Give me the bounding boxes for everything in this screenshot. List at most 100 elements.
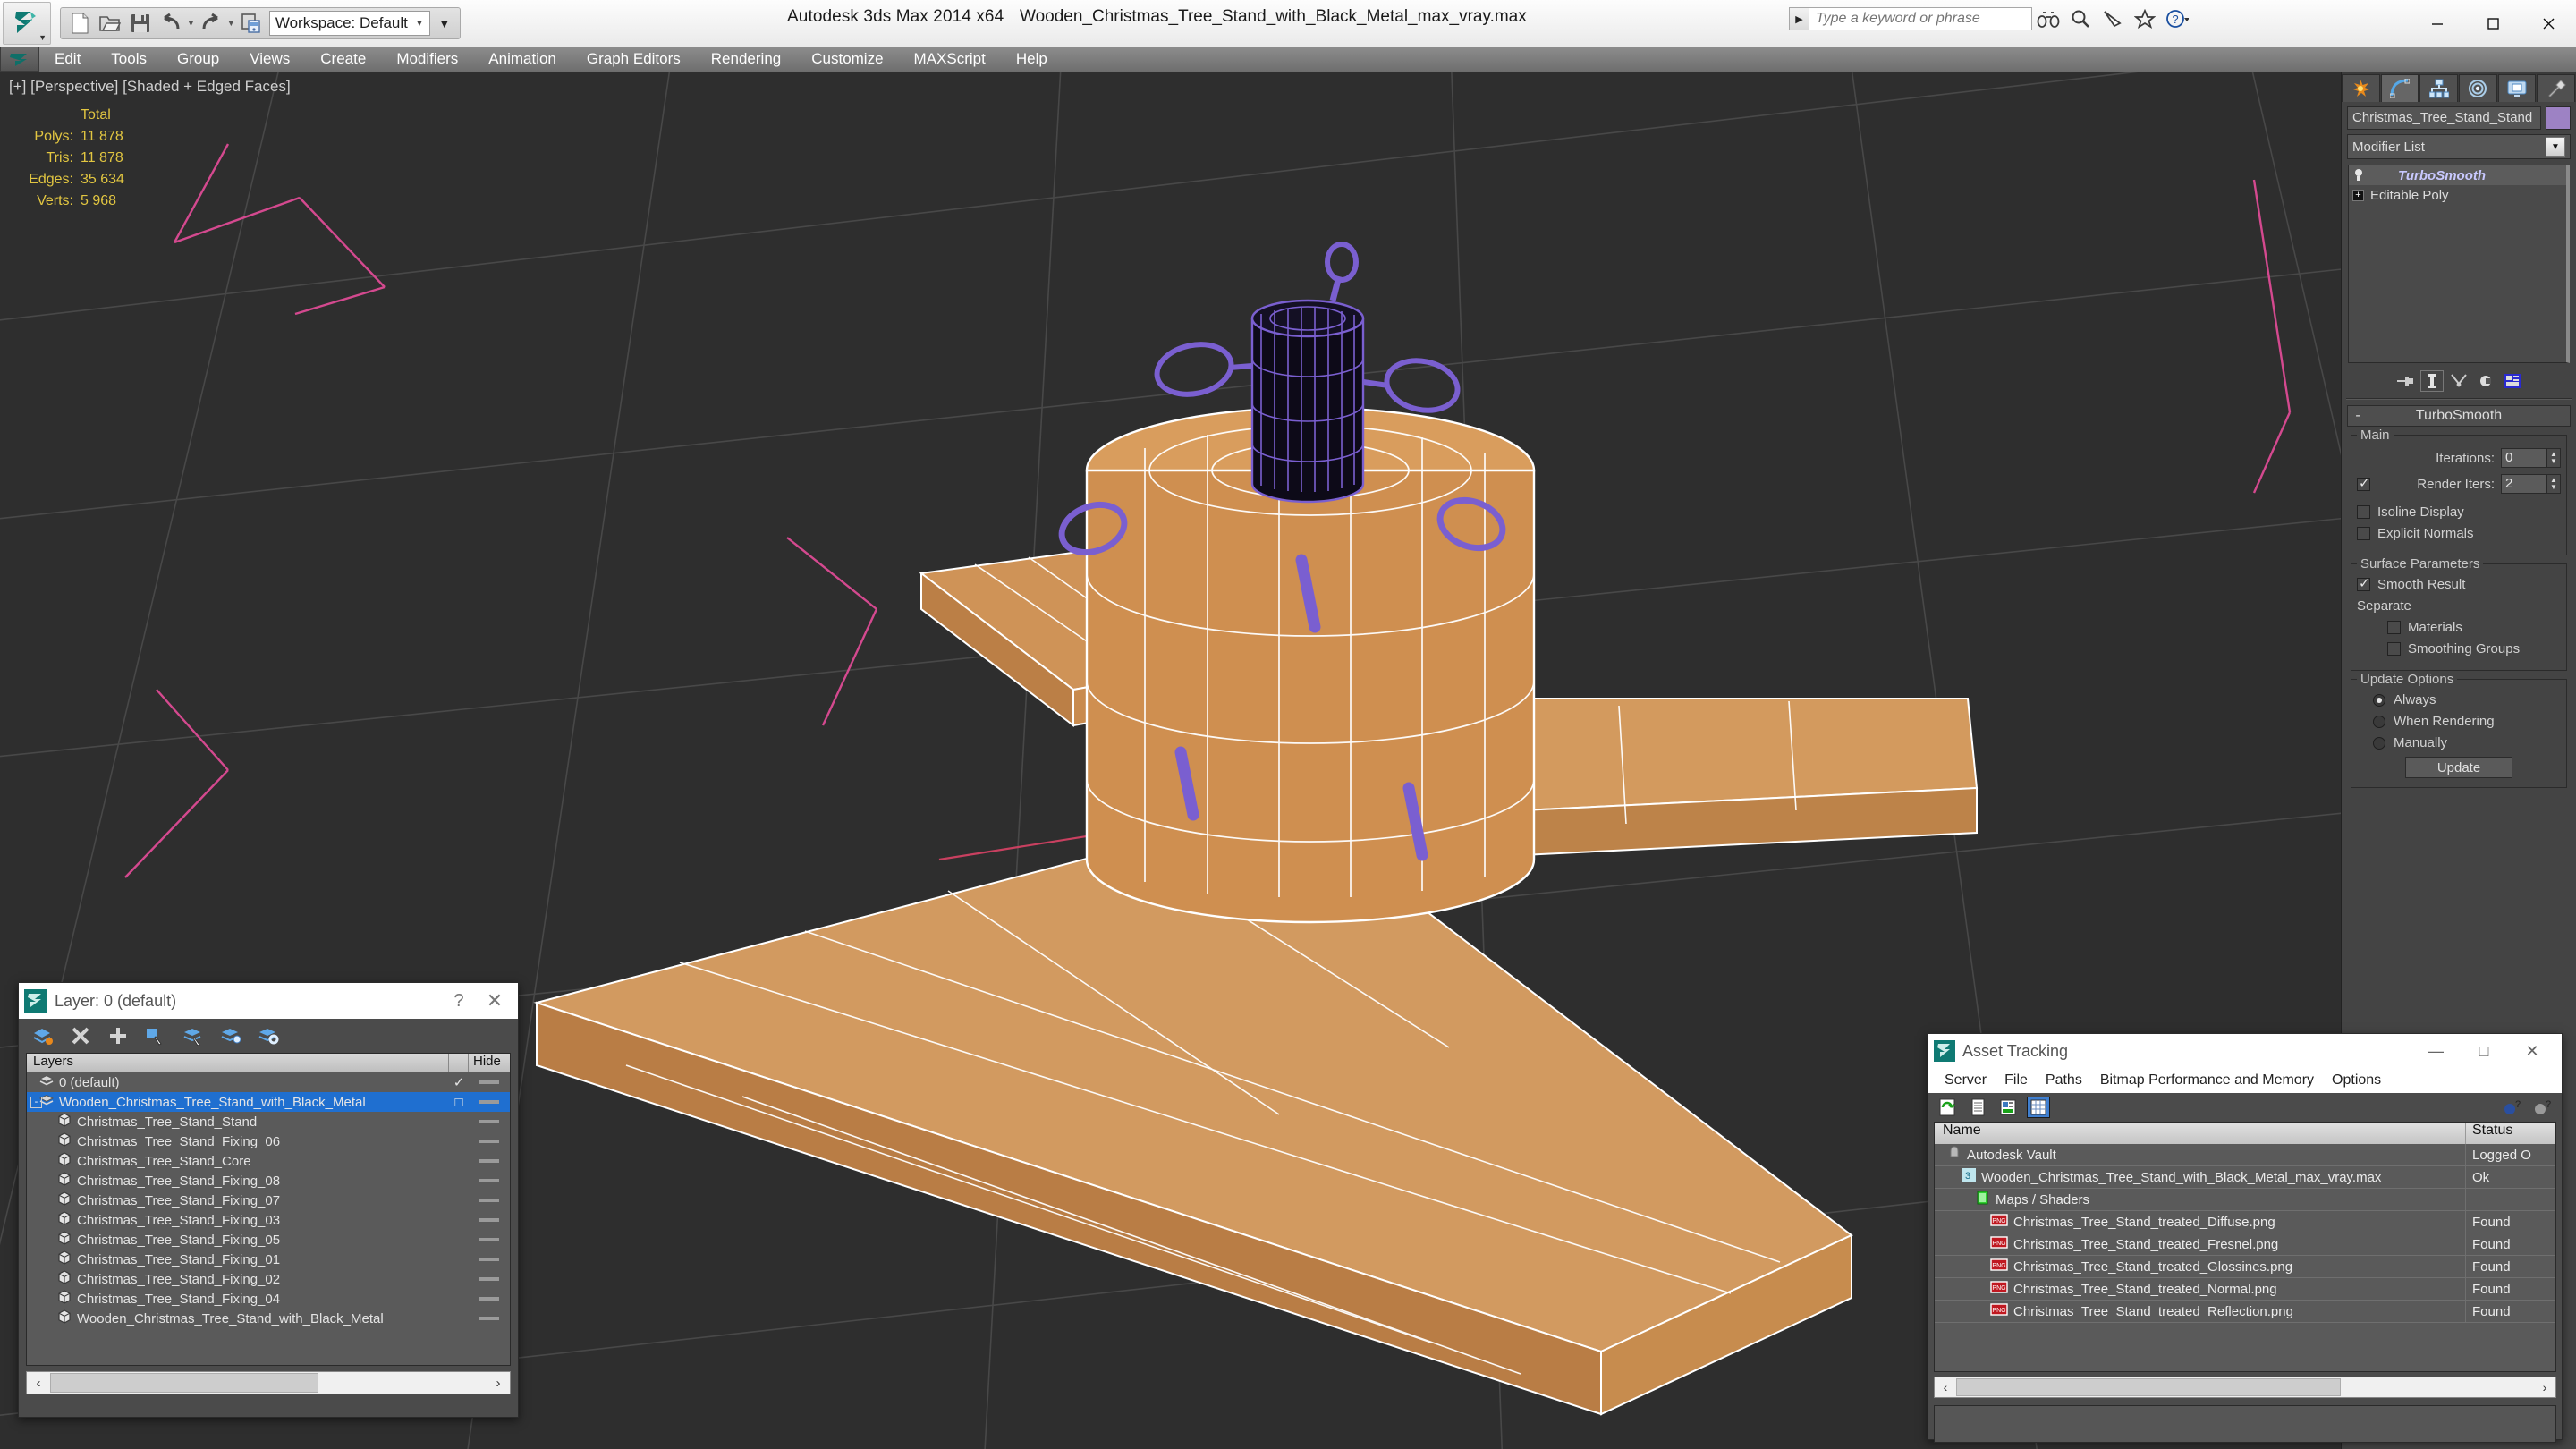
object-color-swatch[interactable] (2546, 106, 2571, 130)
layer-hide-toggle[interactable] (469, 1080, 510, 1084)
scroll-right-icon[interactable]: › (2534, 1380, 2555, 1394)
smoothing-groups-checkbox[interactable] (2387, 642, 2401, 656)
update-option-always[interactable]: Always (2357, 692, 2561, 708)
asset-tracking-titlebar[interactable]: Asset Tracking — □ ✕ (1928, 1034, 2562, 1068)
when-rendering-radio[interactable] (2373, 715, 2385, 728)
render-iters-stepper[interactable]: ▲ ▼ (2547, 474, 2561, 494)
asset-menu-item-file[interactable]: File (1996, 1072, 2037, 1089)
modifier-stack[interactable]: TurboSmooth + Editable Poly (2348, 165, 2570, 363)
open-file-icon[interactable] (95, 10, 125, 37)
help-icon[interactable]: ? (2531, 1097, 2555, 1118)
explicit-normals-row[interactable]: Explicit Normals (2357, 526, 2561, 541)
add-help-icon[interactable]: ? (2501, 1097, 2524, 1118)
asset-row[interactable]: Maps / Shaders (1935, 1189, 2555, 1211)
undo-icon[interactable] (156, 10, 186, 37)
layer-hide-toggle[interactable] (469, 1140, 510, 1143)
menu-item-modifiers[interactable]: Modifiers (381, 47, 473, 72)
collapse-icon[interactable]: - (30, 1096, 42, 1108)
update-button[interactable]: Update (2405, 757, 2512, 778)
turbosmooth-rollout-header[interactable]: - TurboSmooth (2347, 405, 2571, 427)
manually-radio[interactable] (2373, 736, 2385, 750)
asset-row[interactable]: PNG Christmas_Tree_Stand_treated_Reflecti… (1935, 1301, 2555, 1323)
layer-hide-toggle[interactable] (469, 1120, 510, 1123)
menu-item-tools[interactable]: Tools (96, 47, 162, 72)
menu-item-animation[interactable]: Animation (473, 47, 572, 72)
iterations-input[interactable]: 0 (2501, 448, 2547, 468)
layer-row[interactable]: Christmas_Tree_Stand_Fixing_01 (27, 1250, 510, 1269)
modify-tab[interactable] (2380, 74, 2419, 102)
maximize-button[interactable] (2465, 0, 2521, 47)
refresh-icon[interactable] (1936, 1097, 1959, 1118)
minimize-button[interactable]: — (2411, 1042, 2460, 1061)
layer-row[interactable]: Christmas_Tree_Stand_Fixing_03 (27, 1210, 510, 1230)
search-expand-icon[interactable]: ▶ (1789, 7, 1809, 30)
detail-view-icon[interactable] (1996, 1097, 2020, 1118)
materials-checkbox[interactable] (2387, 621, 2401, 634)
delete-layer-icon[interactable] (69, 1024, 92, 1047)
layer-hide-toggle[interactable] (469, 1238, 510, 1241)
asset-menu-item-server[interactable]: Server (1936, 1072, 1996, 1089)
render-iters-input[interactable]: 2 (2501, 474, 2547, 494)
help-icon[interactable]: ? (441, 991, 477, 1012)
isoline-display-checkbox[interactable] (2357, 505, 2370, 519)
scrollbar-thumb[interactable] (50, 1373, 318, 1393)
layer-current-toggle[interactable]: □ (449, 1095, 469, 1110)
close-button[interactable]: ✕ (477, 989, 513, 1013)
expand-icon[interactable]: + (2352, 189, 2364, 201)
menu-item-maxscript[interactable]: MAXScript (899, 47, 1001, 72)
smooth-result-row[interactable]: Smooth Result (2357, 575, 2561, 592)
smooth-result-checkbox[interactable] (2357, 575, 2370, 591)
asset-row[interactable]: 3 Wooden_Christmas_Tree_Stand_with_Black_… (1935, 1166, 2555, 1189)
set-current-layer-icon[interactable] (182, 1024, 205, 1047)
smoothing-groups-row[interactable]: Smoothing Groups (2357, 641, 2561, 657)
modifier-stack-item-turbosmooth[interactable]: TurboSmooth (2349, 165, 2566, 185)
layer-horizontal-scrollbar[interactable]: ‹ › (26, 1371, 511, 1394)
show-end-result-icon[interactable] (2420, 370, 2444, 392)
add-selection-to-layer-icon[interactable] (106, 1024, 130, 1047)
help-icon[interactable]: ? (2161, 6, 2193, 31)
update-option-when-rendering[interactable]: When Rendering (2357, 714, 2561, 729)
remove-modifier-icon[interactable] (2474, 370, 2497, 392)
render-iters-checkbox[interactable] (2357, 475, 2370, 491)
project-folder-icon[interactable] (236, 10, 267, 37)
app-menu-icon[interactable] (0, 47, 39, 72)
pin-stack-icon[interactable] (2394, 370, 2417, 392)
scroll-left-icon[interactable]: ‹ (1935, 1380, 1956, 1394)
asset-menu-item-bitmap-performance-and-memory[interactable]: Bitmap Performance and Memory (2091, 1072, 2323, 1089)
layer-row[interactable]: Christmas_Tree_Stand_Fixing_05 (27, 1230, 510, 1250)
hierarchy-tab[interactable] (2419, 74, 2459, 102)
layer-row[interactable]: Christmas_Tree_Stand_Fixing_08 (27, 1171, 510, 1191)
layer-row[interactable]: - Wooden_Christmas_Tree_Stand_with_Black_… (27, 1092, 510, 1112)
layer-hide-toggle[interactable] (469, 1277, 510, 1281)
display-tab[interactable] (2497, 74, 2537, 102)
layer-settings-icon[interactable] (257, 1024, 280, 1047)
menu-item-graph-editors[interactable]: Graph Editors (572, 47, 696, 72)
new-file-icon[interactable] (64, 10, 95, 37)
layer-list[interactable]: Layers Hide 0 (default) ✓ - Wooden_Christma… (26, 1053, 511, 1366)
configure-modifier-sets-icon[interactable] (2501, 370, 2524, 392)
undo-dropdown-icon[interactable]: ▼ (186, 19, 196, 28)
menu-item-customize[interactable]: Customize (796, 47, 898, 72)
asset-list[interactable]: Name Status Autodesk Vault Logged O 3 Woode… (1934, 1122, 2556, 1372)
iterations-stepper[interactable]: ▲ ▼ (2547, 448, 2561, 468)
close-button[interactable]: ✕ (2508, 1042, 2556, 1061)
scroll-left-icon[interactable]: ‹ (27, 1376, 50, 1391)
layer-hide-toggle[interactable] (469, 1297, 510, 1301)
always-radio[interactable] (2373, 693, 2385, 707)
workspace-selector[interactable]: Workspace: Default ▼ (268, 11, 430, 36)
layer-hide-toggle[interactable] (469, 1218, 510, 1222)
layer-row[interactable]: Christmas_Tree_Stand_Core (27, 1151, 510, 1171)
make-unique-icon[interactable] (2447, 370, 2470, 392)
layer-hide-toggle[interactable] (469, 1199, 510, 1202)
layer-row[interactable]: Christmas_Tree_Stand_Fixing_06 (27, 1131, 510, 1151)
application-menu-button[interactable]: ▼ (3, 2, 51, 45)
scroll-right-icon[interactable]: › (487, 1376, 510, 1391)
pen-tool-icon[interactable] (2097, 6, 2129, 31)
create-new-layer-icon[interactable] (31, 1024, 55, 1047)
asset-row[interactable]: PNG Christmas_Tree_Stand_treated_Glossine… (1935, 1256, 2555, 1278)
redo-dropdown-icon[interactable]: ▼ (226, 19, 236, 28)
save-file-icon[interactable] (125, 10, 156, 37)
search-input[interactable] (1809, 7, 2032, 30)
layer-hide-toggle[interactable] (469, 1317, 510, 1320)
quick-access-more-icon[interactable]: ▼ (433, 17, 456, 30)
